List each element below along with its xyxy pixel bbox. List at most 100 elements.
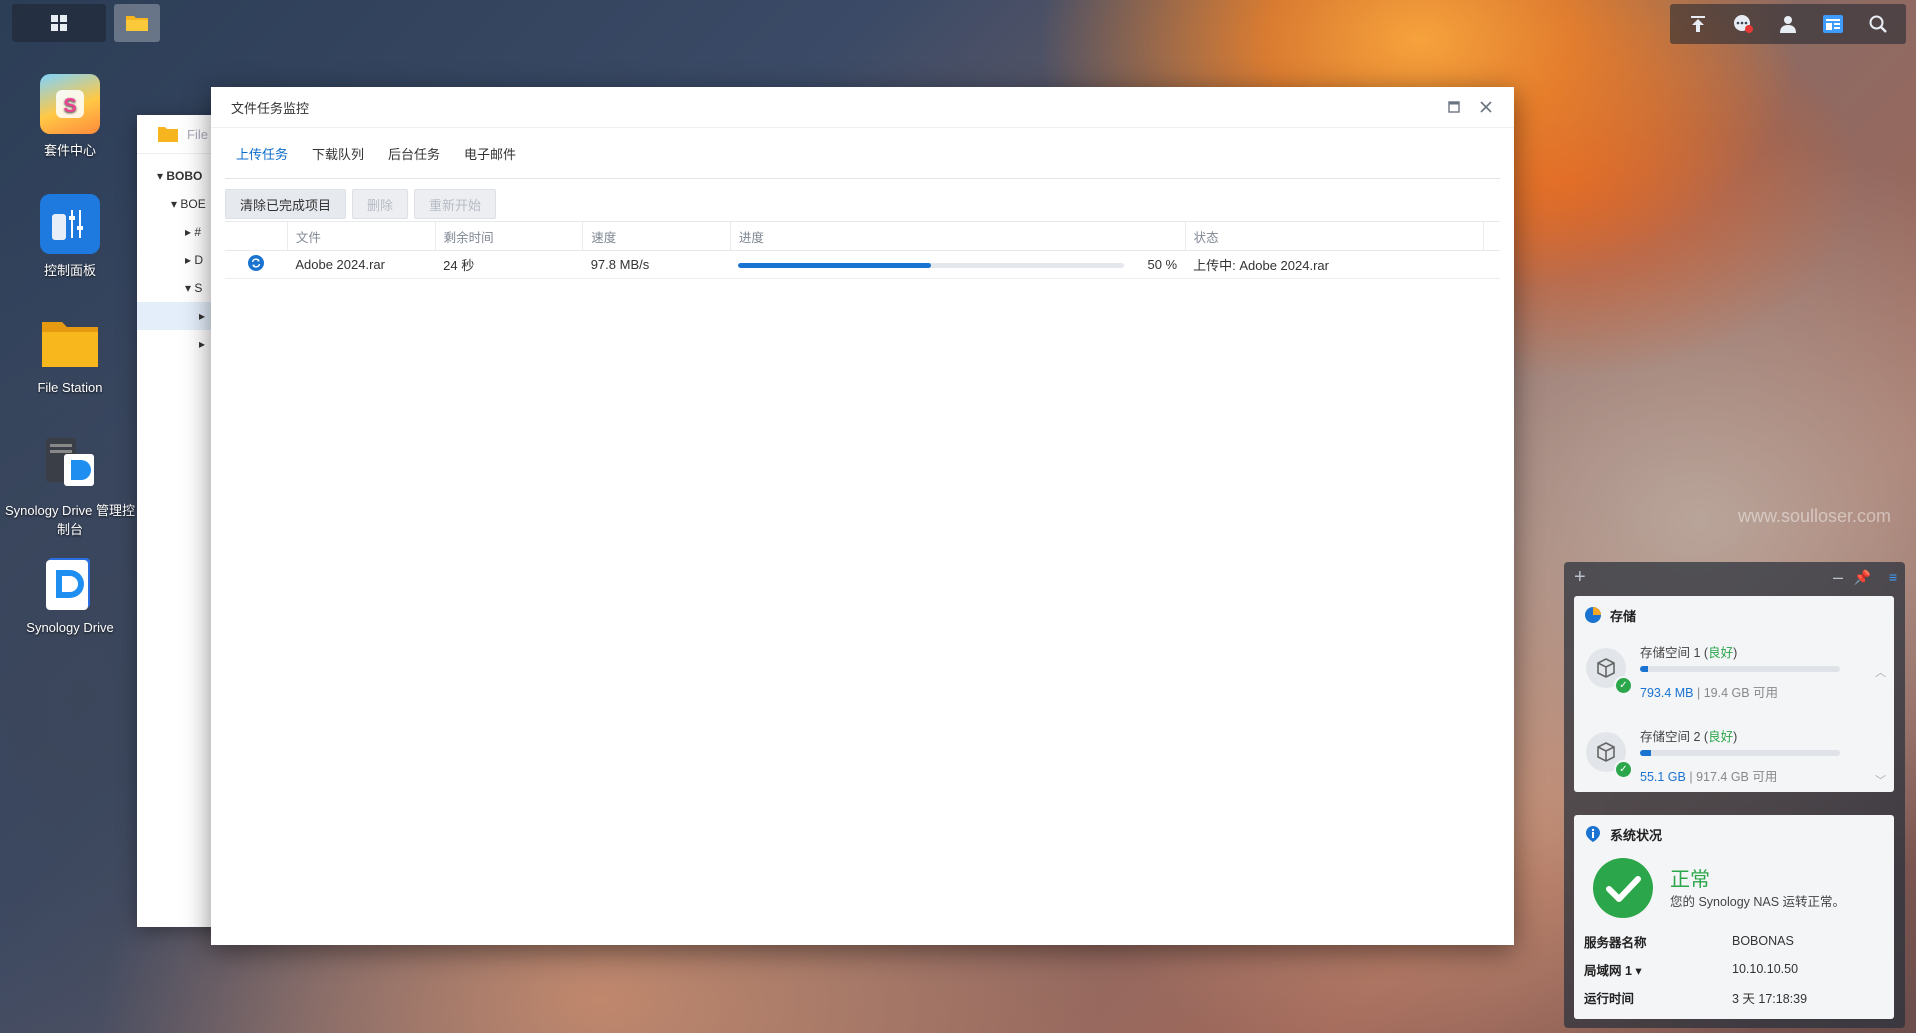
column-header-remaining[interactable]: 剩余时间 — [434, 221, 583, 251]
row-speed: 97.8 MB/s — [582, 250, 731, 279]
info-icon — [1586, 826, 1600, 842]
system-health-title: 系统状况 — [1610, 827, 1663, 843]
lan-row[interactable]: 局域网 1 ▾ 10.10.10.50 — [1574, 955, 1894, 983]
volume-status: 良好 — [1708, 730, 1734, 744]
system-health-header: 系统状况 — [1574, 815, 1894, 853]
system-tray — [1670, 4, 1906, 44]
desktop-icon-drive-admin[interactable]: Synology Drive 管理控制台 — [4, 434, 136, 538]
row-remaining: 24 秒 — [435, 250, 583, 279]
volume-capacity: 793.4 MB | 19.4 GB 可用 — [1640, 686, 1779, 700]
window-titlebar: 文件任务监控 — [211, 87, 1514, 128]
user-icon[interactable] — [1772, 8, 1804, 40]
progress-bar-fill — [738, 263, 932, 269]
add-widget-icon[interactable]: + — [1574, 566, 1586, 589]
folder-icon — [158, 127, 178, 142]
storage-widget: 存储 ✓ 存储空间 1 (良好) 793.4 MB | 19.4 GB 可用 ✓… — [1574, 596, 1894, 792]
scroll-up-icon[interactable]: ︿ — [1875, 664, 1886, 680]
minimize-widget-icon[interactable]: – — [1833, 567, 1843, 588]
table-row[interactable]: Adobe 2024.rar 24 秒 97.8 MB/s 50 % 上传中: … — [225, 250, 1500, 279]
volume-capacity: 55.1 GB | 917.4 GB 可用 — [1640, 770, 1778, 784]
pin-icon[interactable]: 📌 — [1854, 569, 1871, 586]
package-center-icon: S — [40, 74, 100, 134]
delete-button[interactable]: 删除 — [352, 189, 409, 219]
table-header-row: 文件 剩余时间 速度 进度 状态 — [225, 221, 1500, 251]
notification-icon[interactable] — [1727, 8, 1759, 40]
tab-background-tasks[interactable]: 后台任务 — [388, 130, 440, 177]
system-state: 正常 您的 Synology NAS 运转正常。 — [1574, 853, 1894, 927]
widget-menu-icon[interactable]: ≡ — [1889, 569, 1897, 585]
volume-name: 存储空间 2 (良好) — [1640, 730, 1738, 744]
server-name-row: 服务器名称 BOBONAS — [1584, 934, 1794, 950]
window-title: 文件任务监控 — [231, 100, 310, 116]
tab-upload[interactable]: 上传任务 — [236, 130, 288, 177]
folder-icon — [126, 16, 148, 31]
tab-download-queue[interactable]: 下载队列 — [312, 130, 364, 177]
search-icon[interactable] — [1862, 8, 1894, 40]
restart-button[interactable]: 重新开始 — [414, 189, 497, 219]
upload-icon[interactable] — [1682, 8, 1714, 40]
storage-widget-header: 存储 — [1574, 596, 1894, 634]
file-station-title: File — [187, 126, 208, 142]
maximize-icon — [1448, 101, 1460, 113]
row-progress: 50 % — [730, 250, 1186, 279]
row-status-cell — [225, 250, 288, 279]
task-table: 文件 剩余时间 速度 进度 状态 Adobe 2024.rar 24 秒 97.… — [225, 221, 1500, 279]
system-health-widget: 系统状况 正常 您的 Synology NAS 运转正常。 服务器名称 BOBON… — [1574, 815, 1894, 1019]
row-spacer — [1483, 250, 1500, 279]
column-header-progress[interactable]: 进度 — [729, 221, 1186, 251]
desktop-icon-synology-drive[interactable]: Synology Drive — [4, 554, 136, 635]
scroll-down-icon[interactable]: ﹀ — [1875, 772, 1886, 788]
desktop-icon-control-panel[interactable]: 控制面板 — [4, 194, 136, 279]
uptime-row: 运行时间 3 天 17:18:39 — [1584, 991, 1808, 1006]
system-state-label: 正常 — [1670, 869, 1710, 891]
file-station-taskbar-button[interactable] — [114, 4, 160, 42]
tab-bar: 上传任务 下载队列 后台任务 电子邮件 — [225, 128, 1500, 179]
taskbar — [0, 0, 1916, 46]
tab-email[interactable]: 电子邮件 — [464, 130, 516, 177]
widget-panel: + – 📌 ≡ 存储 ✓ 存储空间 1 (良好) 793.4 MB | 19.4… — [1564, 562, 1905, 1028]
desktop-icon-package-center[interactable]: S 套件中心 — [4, 74, 136, 159]
desktop-icon-label: File Station — [37, 380, 103, 395]
desktop-icon-label: Synology Drive — [26, 620, 114, 635]
synology-drive-icon — [40, 554, 100, 614]
check-circle-icon — [1593, 858, 1653, 918]
control-panel-icon — [40, 194, 100, 254]
sync-icon — [248, 255, 265, 271]
desktop-icon-file-station[interactable]: File Station — [4, 314, 136, 395]
volume-usage-bar — [1640, 666, 1840, 672]
close-icon — [1480, 101, 1492, 113]
system-state-message: 您的 Synology NAS 运转正常。 — [1670, 895, 1846, 909]
column-header-icon — [225, 221, 288, 251]
volume-usage-fill — [1640, 666, 1648, 672]
grid-icon — [51, 15, 67, 31]
check-icon: ✓ — [1614, 760, 1633, 779]
column-header-file[interactable]: 文件 — [286, 221, 436, 251]
widget-toolbar: + – 📌 ≡ — [1564, 562, 1905, 592]
volume-usage-fill — [1640, 750, 1652, 756]
volume-status: 良好 — [1708, 646, 1734, 660]
row-status: 上传中: Adobe 2024.rar — [1185, 250, 1484, 279]
desktop-icon-label: 控制面板 — [43, 263, 96, 278]
progress-bar — [738, 263, 1125, 269]
folder-icon — [40, 314, 100, 374]
column-header-speed[interactable]: 速度 — [582, 221, 731, 251]
storage-widget-title: 存储 — [1610, 608, 1637, 624]
watermark: www.soulloser.com — [1738, 506, 1892, 526]
check-icon: ✓ — [1614, 676, 1633, 695]
row-file: Adobe 2024.rar — [287, 250, 436, 279]
column-header-status[interactable]: 状态 — [1184, 221, 1484, 251]
close-button[interactable] — [1476, 97, 1496, 117]
progress-percent: 50 % — [1147, 257, 1178, 272]
maximize-button[interactable] — [1444, 97, 1464, 117]
clear-completed-button[interactable]: 清除已完成项目 — [225, 189, 347, 219]
main-menu-button[interactable] — [12, 4, 106, 42]
storage-pie-icon — [1585, 607, 1601, 623]
widgets-icon[interactable] — [1817, 8, 1849, 40]
volume-item[interactable]: ✓ 存储空间 2 (良好) 55.1 GB | 917.4 GB 可用 — [1574, 718, 1894, 802]
volume-item[interactable]: ✓ 存储空间 1 (良好) 793.4 MB | 19.4 GB 可用 — [1574, 634, 1894, 718]
column-header-spacer — [1483, 221, 1500, 251]
volume-name: 存储空间 1 (良好) — [1640, 646, 1738, 660]
volume-usage-bar — [1640, 750, 1840, 756]
desktop-icon-label: 套件中心 — [43, 143, 96, 158]
file-task-monitor-window: 文件任务监控 上传任务 下载队列 后台任务 电子邮件 清除已完成项目 删除 重新… — [211, 87, 1514, 945]
